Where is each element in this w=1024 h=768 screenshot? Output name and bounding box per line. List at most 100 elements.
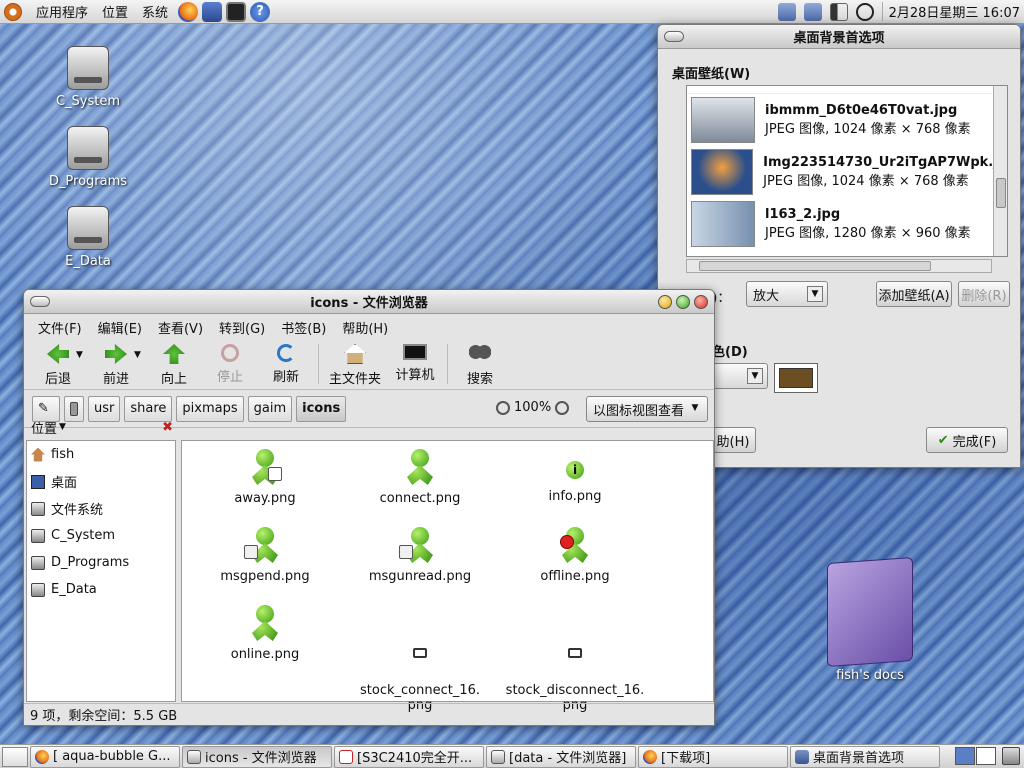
volume-icon[interactable] <box>829 2 848 21</box>
task-label: [ aqua-bubble G... <box>53 749 171 764</box>
workspace-2[interactable] <box>976 747 996 765</box>
chevron-down-icon: ▼ <box>59 422 66 432</box>
task-icons-file-browser[interactable]: icons - 文件浏览器 <box>182 745 332 768</box>
maximize-button[interactable] <box>676 295 690 309</box>
help-button[interactable]: 助(H) <box>710 427 756 453</box>
ubuntu-logo-icon[interactable] <box>4 2 22 21</box>
desktop-icon-e-data[interactable]: E_Data <box>38 206 138 269</box>
titlebar[interactable]: 桌面背景首选项 <box>658 25 1020 49</box>
remove-button[interactable]: 删除(R) <box>958 281 1010 307</box>
close-button[interactable] <box>694 295 708 309</box>
task-aqua-bubble[interactable]: [ aqua-bubble G... <box>30 745 180 768</box>
file-info[interactable]: i info.png <box>500 447 650 504</box>
icon-view[interactable]: away.png connect.png i info.png msgpend.… <box>181 440 714 713</box>
task-data-file-browser[interactable]: [data - 文件浏览器] <box>486 745 636 768</box>
zoom-out-icon[interactable] <box>496 400 510 415</box>
crumb-gaim[interactable]: gaim <box>247 395 293 422</box>
style-combo[interactable]: 放大 ▼ <box>746 281 828 307</box>
desktop-icon-c-system[interactable]: C_System <box>38 46 138 109</box>
home-button[interactable]: 主文件夹 <box>323 340 387 387</box>
clock[interactable]: 2月28日星期三 16:07 <box>881 2 1020 21</box>
menu-go[interactable]: 转到(G) <box>219 318 265 337</box>
wallpaper-item[interactable]: l163_2.jpg JPEG 图像, 1280 像素 × 960 像素 <box>687 198 1007 250</box>
forward-history-dropdown[interactable]: ▼ <box>134 350 146 360</box>
crumb-icons[interactable]: icons <box>296 395 347 422</box>
add-wallpaper-button[interactable]: 添加壁纸(A) <box>876 281 952 307</box>
file-offline[interactable]: offline.png <box>500 525 650 584</box>
file-stock-connect[interactable]: stock_connect_16. png <box>345 617 495 713</box>
window-menu-icon[interactable] <box>30 296 50 307</box>
done-button[interactable]: ✔ 完成(F) <box>926 427 1008 453</box>
vertical-scrollbar[interactable] <box>993 86 1007 256</box>
zoom-level[interactable]: 100% <box>514 400 551 415</box>
file-away[interactable]: away.png <box>190 447 340 506</box>
file-online[interactable]: online.png <box>190 603 340 662</box>
menu-file[interactable]: 文件(F) <box>38 318 82 337</box>
sidebar-item-filesystem[interactable]: 文件系统 <box>27 495 175 522</box>
menu-bookmarks[interactable]: 书签(B) <box>281 318 326 337</box>
workspace-1[interactable] <box>955 747 975 765</box>
wallpaper-item[interactable]: Img223514730_Ur2iTgAP7Wpk.jp JPEG 图像, 10… <box>687 146 1007 198</box>
desktop-icon-label: E_Data <box>65 254 111 269</box>
minimize-button[interactable] <box>658 295 672 309</box>
task-s3c2410[interactable]: [S3C2410完全开... <box>334 745 484 768</box>
stop-button[interactable]: 停止 <box>202 340 258 385</box>
back-button[interactable]: 后退 <box>30 340 86 387</box>
scrollbar-thumb[interactable] <box>699 261 931 271</box>
forward-button[interactable]: 前进 <box>88 340 144 387</box>
show-desktop-button[interactable] <box>2 746 28 767</box>
zoom-in-icon[interactable] <box>555 400 570 415</box>
task-downloads[interactable]: [下载项] <box>638 745 788 768</box>
sidebar-item-desktop[interactable]: 桌面 <box>27 468 175 495</box>
file-msgpend[interactable]: msgpend.png <box>190 525 340 584</box>
sidebar-item-c-system[interactable]: C_System <box>27 522 175 549</box>
mail-icon[interactable] <box>202 1 223 22</box>
up-button[interactable]: 向上 <box>146 340 202 387</box>
menu-help[interactable]: 帮助(H) <box>342 318 388 337</box>
network-icon[interactable] <box>803 2 822 21</box>
titlebar[interactable]: icons - 文件浏览器 <box>24 290 714 314</box>
update-icon[interactable] <box>777 2 796 21</box>
buddy-online-icon <box>248 603 282 643</box>
help-icon[interactable]: ? <box>250 1 271 22</box>
sidebar-item-fish[interactable]: fish <box>27 441 175 468</box>
preferences-icon <box>795 749 809 764</box>
close-sidebar-icon[interactable]: ✖ <box>162 420 173 435</box>
trash-icon[interactable] <box>1002 747 1020 765</box>
window-menu-icon[interactable] <box>664 31 684 42</box>
computer-label: 计算机 <box>395 368 435 383</box>
wallpaper-text: Img223514730_Ur2iTgAP7Wpk.jp JPEG 图像, 10… <box>763 155 1007 189</box>
file-connect[interactable]: connect.png <box>345 447 495 506</box>
places-menu[interactable]: 位置 <box>102 2 128 21</box>
menu-view[interactable]: 查看(V) <box>158 318 203 337</box>
desktop-icon-d-programs[interactable]: D_Programs <box>38 126 138 189</box>
menu-edit[interactable]: 编辑(E) <box>98 318 142 337</box>
sidebar-item-e-data[interactable]: E_Data <box>27 576 175 603</box>
color-picker-button[interactable] <box>774 363 818 393</box>
wallpaper-name: l163_2.jpg <box>765 207 841 222</box>
back-history-dropdown[interactable]: ▼ <box>76 350 88 360</box>
file-stock-disconnect[interactable]: stock_disconnect_16. png <box>500 617 650 713</box>
sidebar-header[interactable]: 位置 ▼ ✖ <box>31 415 177 439</box>
desktop-icon-fish-docs[interactable]: fish's docs <box>820 556 920 683</box>
crumb-pixmaps[interactable]: pixmaps <box>176 395 244 422</box>
wallpaper-item[interactable]: ibmmm_D6t0e46T0vat.jpg JPEG 图像, 1024 像素 … <box>687 94 1007 146</box>
search-button[interactable]: 搜索 <box>452 340 508 387</box>
sidebar-item-d-programs[interactable]: D_Programs <box>27 549 175 576</box>
color-mode-combo[interactable]: ▼ <box>710 363 768 389</box>
computer-button[interactable]: 计算机 <box>387 340 443 383</box>
task-background-prefs[interactable]: 桌面背景首选项 <box>790 745 940 768</box>
system-menu[interactable]: 系统 <box>142 2 168 21</box>
view-mode-combo[interactable]: 以图标视图查看 ▼ <box>586 396 708 422</box>
refresh-button[interactable]: 刷新 <box>258 340 314 385</box>
file-msgunread[interactable]: msgunread.png <box>345 525 495 584</box>
applications-menu[interactable]: 应用程序 <box>36 2 88 21</box>
wallpaper-list[interactable]: ibmmm_D6t0e46T0vat.jpg JPEG 图像, 1024 像素 … <box>686 85 1008 257</box>
help-label: 助(H) <box>716 434 750 450</box>
scrollbar-thumb[interactable] <box>996 178 1006 208</box>
horizontal-scrollbar[interactable] <box>686 259 992 273</box>
folder-icon <box>827 556 913 668</box>
power-icon[interactable] <box>855 2 874 21</box>
firefox-icon[interactable] <box>178 1 199 22</box>
terminal-icon[interactable] <box>226 1 247 22</box>
